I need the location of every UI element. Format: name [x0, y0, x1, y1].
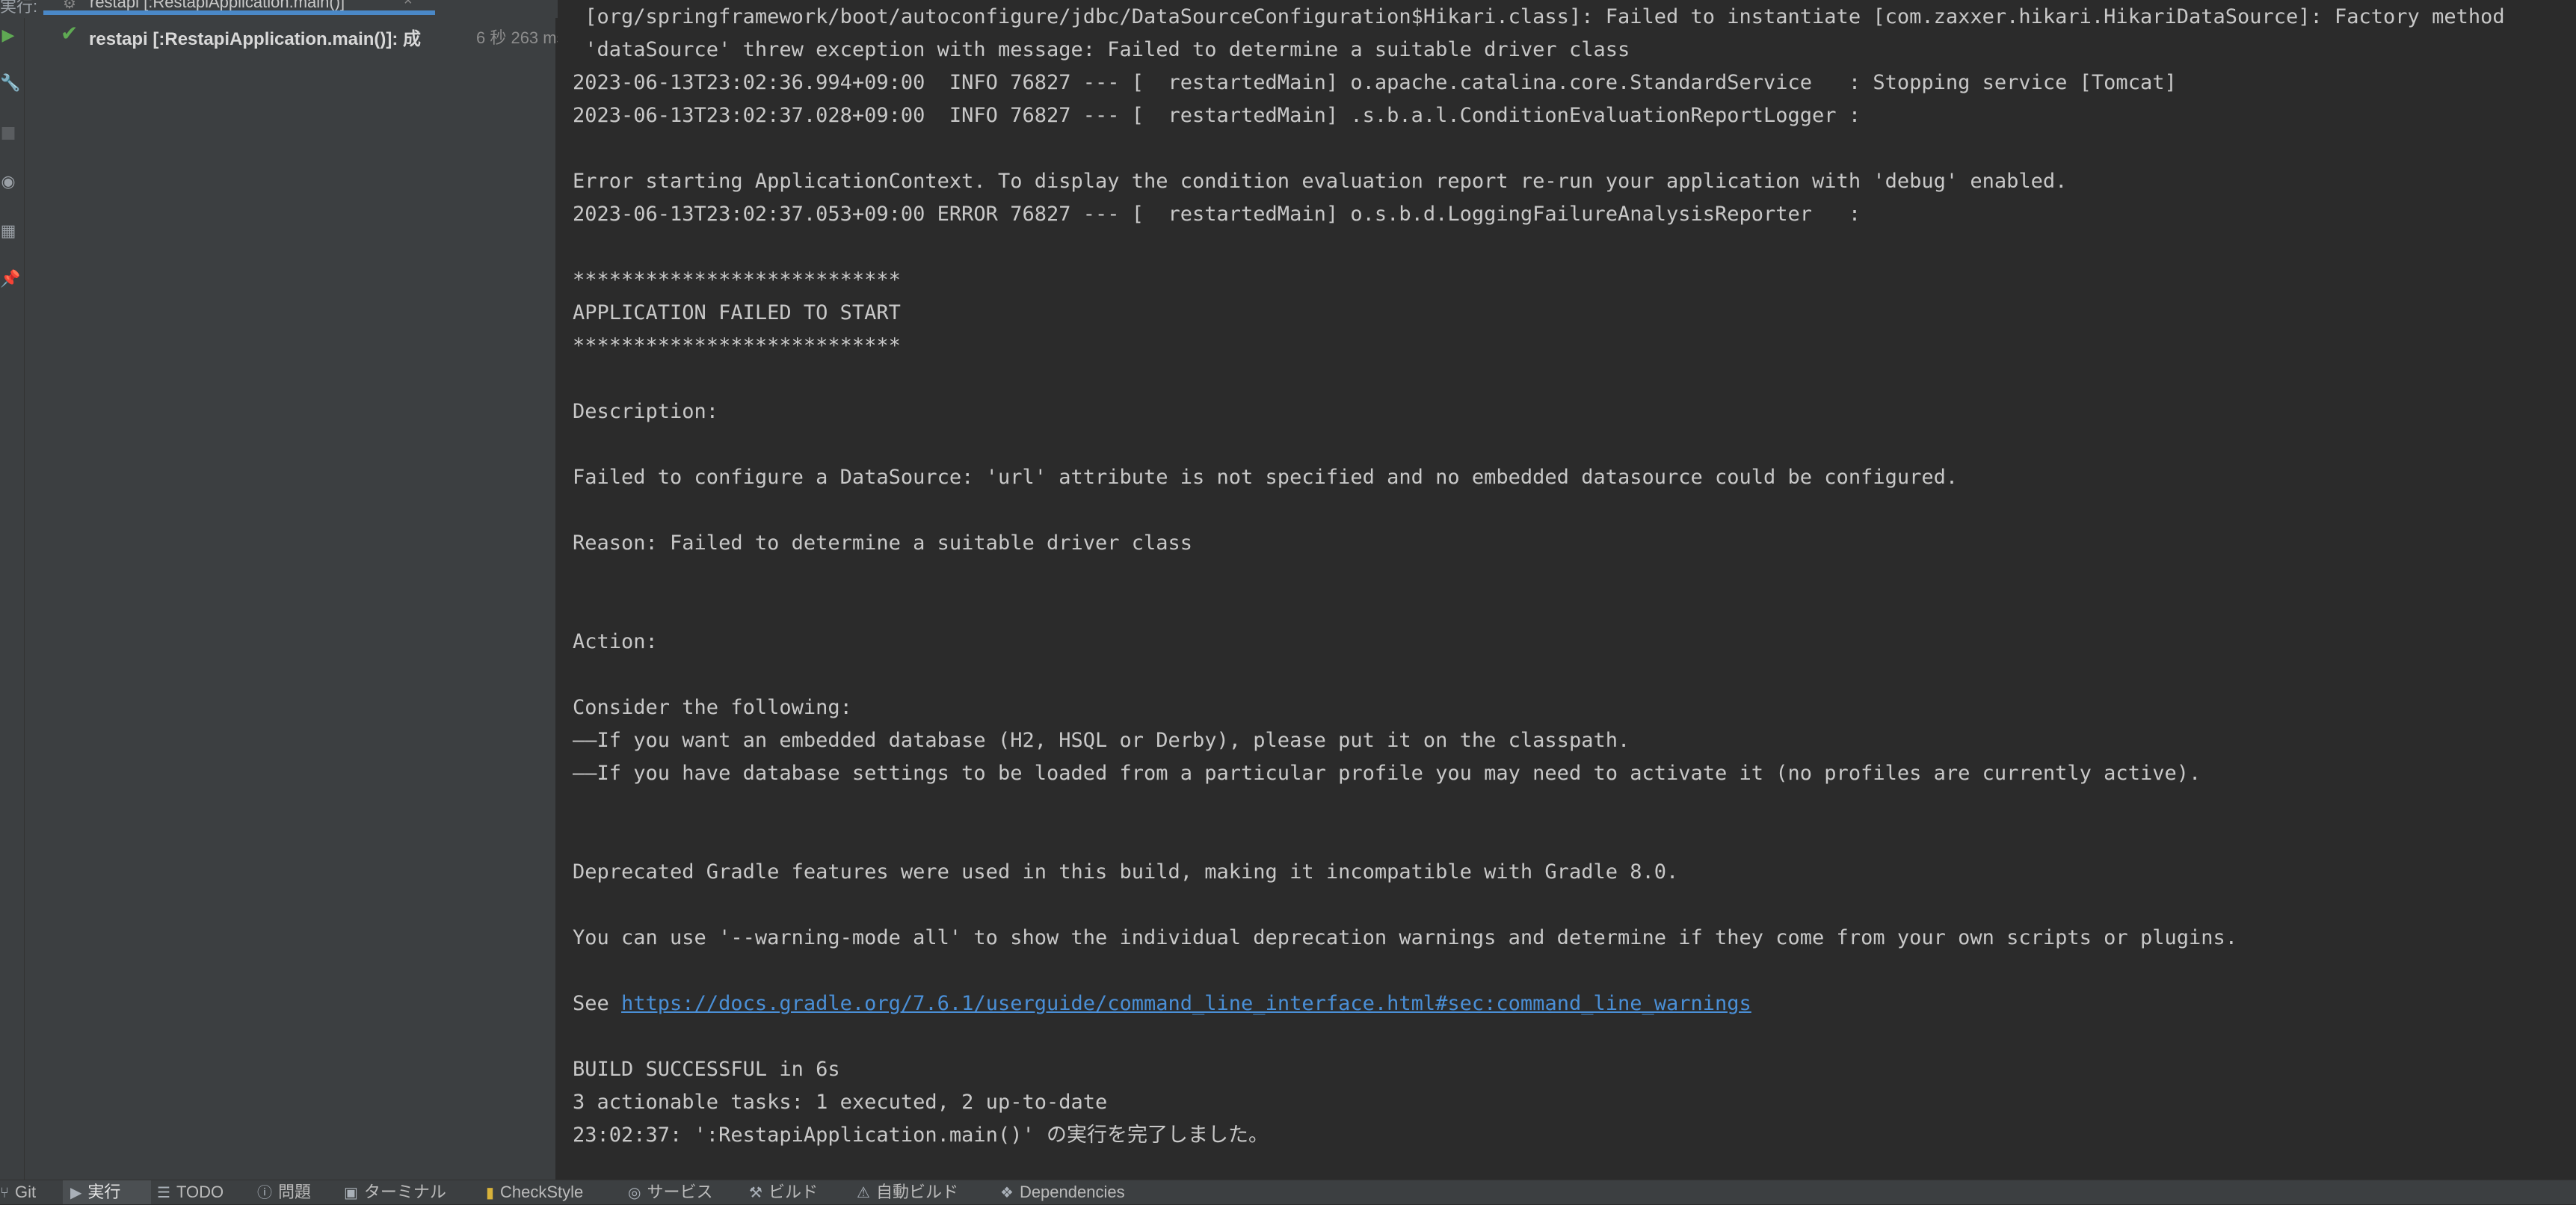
stop-icon[interactable]: ■: [0, 123, 16, 144]
console-line: ***************************: [573, 334, 901, 357]
console-line: ——If you want an embedded database (H2, …: [573, 729, 1630, 752]
tree-item-label: restapi [:RestapiApplication.main()]: 成: [89, 29, 422, 49]
tool-build[interactable]: ⚒ ビルド: [749, 1180, 818, 1204]
gradle-docs-link[interactable]: https://docs.gradle.org/7.6.1/userguide/…: [621, 992, 1751, 1015]
tool-build-label: ビルド: [768, 1183, 818, 1201]
tree-item-duration: 6 秒 263 ms: [476, 28, 565, 47]
console-line: Deprecated Gradle features were used in …: [573, 860, 1679, 884]
run-label: 実行:: [0, 0, 38, 16]
console-output[interactable]: [org/springframework/boot/autoconfigure/…: [558, 0, 2576, 1180]
tool-auto-build[interactable]: ⚠ 自動ビルド: [857, 1180, 958, 1204]
console-see-line: See https://docs.gradle.org/7.6.1/usergu…: [573, 993, 1751, 1015]
run-icon: ▶: [70, 1185, 82, 1201]
checkstyle-icon: ▮: [486, 1185, 495, 1201]
layout-icon[interactable]: ▦: [0, 221, 16, 242]
tool-todo-label: TODO: [176, 1183, 224, 1201]
hammer-icon: ⚒: [749, 1185, 762, 1201]
see-prefix: See: [573, 992, 622, 1015]
tool-dependencies[interactable]: ❖ Dependencies: [1000, 1180, 1125, 1204]
check-icon: ✔: [61, 21, 78, 46]
close-icon[interactable]: ×: [404, 0, 413, 10]
console-line: Action:: [573, 630, 658, 653]
dependencies-icon: ❖: [1000, 1185, 1014, 1201]
console-line: Error starting ApplicationContext. To di…: [573, 170, 2068, 193]
tool-checkstyle[interactable]: ▮ CheckStyle: [486, 1180, 583, 1204]
wrench-icon[interactable]: 🔧: [0, 73, 20, 94]
active-tab-indicator: [43, 10, 435, 15]
console-line: Reason: Failed to determine a suitable d…: [573, 531, 1193, 555]
console-line: ***************************: [573, 268, 901, 292]
tool-git[interactable]: ⑂ Git: [0, 1180, 52, 1204]
terminal-icon: ▣: [344, 1185, 358, 1201]
git-branch-icon: ⑂: [0, 1185, 9, 1201]
tool-git-label: Git: [15, 1183, 37, 1201]
console-line: 2023-06-13T23:02:37.028+09:00 INFO 76827…: [573, 104, 1861, 127]
tool-dependencies-label: Dependencies: [1019, 1183, 1125, 1201]
console-line: Failed to configure a DataSource: 'url' …: [573, 466, 1959, 489]
tool-todo[interactable]: ☰ TODO: [157, 1180, 224, 1204]
console-line: You can use '--warning-mode all' to show…: [573, 926, 2237, 949]
console-line: [org/springframework/boot/autoconfigure/…: [573, 5, 2505, 28]
console-line: Description:: [573, 400, 719, 423]
services-icon: ◎: [628, 1185, 641, 1201]
warning-icon: ⚠: [857, 1185, 870, 1201]
console-line: 23:02:37: ':RestapiApplication.main()' の…: [573, 1124, 1269, 1147]
tool-services-label: サービス: [647, 1183, 713, 1201]
list-icon: ☰: [157, 1185, 170, 1201]
tree-item-restapi[interactable]: ✔ restapi [:RestapiApplication.main()]: …: [61, 21, 584, 49]
tool-run-label: 実行: [87, 1183, 121, 1201]
console-line: 2023-06-13T23:02:36.994+09:00 INFO 76827…: [573, 71, 2177, 94]
tool-terminal-label: ターミナル: [363, 1183, 446, 1201]
problems-icon: ⓘ: [257, 1185, 272, 1201]
console-line: 3 actionable tasks: 1 executed, 2 up-to-…: [573, 1091, 1108, 1114]
tab-restapi-run[interactable]: ⚙ restapi [:RestapiApplication.main()] ×: [43, 0, 432, 18]
run-toolbar: ▶ 🔧 ■ ◉ ▦ 📌: [0, 18, 25, 1180]
tool-problems[interactable]: ⓘ 問題: [257, 1180, 311, 1204]
tool-services[interactable]: ◎ サービス: [628, 1180, 712, 1204]
tool-checkstyle-label: CheckStyle: [500, 1183, 584, 1201]
rerun-icon[interactable]: ▶: [0, 25, 16, 46]
tool-terminal[interactable]: ▣ ターミナル: [344, 1180, 446, 1204]
console-line: 2023-06-13T23:02:37.053+09:00 ERROR 7682…: [573, 203, 1861, 226]
run-tree-panel: ✔ restapi [:RestapiApplication.main()]: …: [25, 18, 565, 1180]
tool-problems-label: 問題: [278, 1183, 312, 1201]
tool-run[interactable]: ▶ 実行: [63, 1180, 151, 1204]
pin-icon[interactable]: 📌: [0, 269, 20, 290]
eye-icon[interactable]: ◉: [0, 172, 16, 193]
tool-window-bar: ⑂ Git ▶ 実行 ☰ TODO ⓘ 問題 ▣ ターミナル ▮ CheckStyle ◎ サ…: [0, 1180, 2576, 1204]
console-line: Consider the following:: [573, 696, 852, 719]
console-line: APPLICATION FAILED TO START: [573, 301, 901, 324]
console-line: ——If you have database settings to be lo…: [573, 762, 2201, 785]
console-line: BUILD SUCCESSFUL in 6s: [573, 1058, 840, 1081]
tool-auto-build-label: 自動ビルド: [875, 1183, 958, 1201]
console-line: 'dataSource' threw exception with messag…: [573, 38, 1630, 61]
